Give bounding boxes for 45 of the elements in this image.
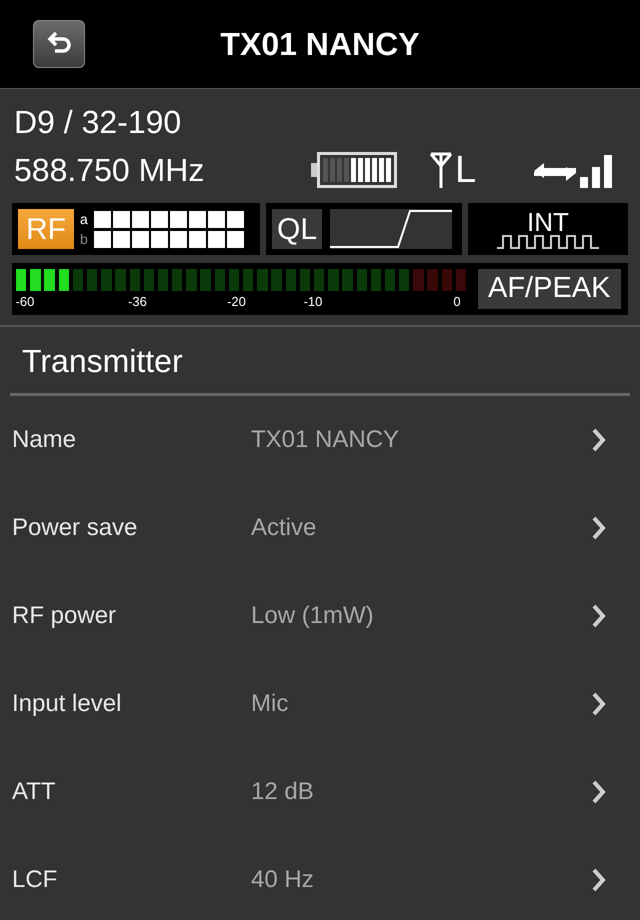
- setting-value: Active: [251, 513, 318, 543]
- setting-label: Power save: [12, 513, 138, 543]
- antenna-icon: [429, 151, 453, 189]
- rf-channel-label: a: [80, 212, 89, 226]
- back-button[interactable]: [33, 20, 85, 68]
- setting-value: 40 Hz: [251, 865, 315, 895]
- meter-tick-label: 0: [453, 295, 461, 308]
- settings-row[interactable]: Input level Mic: [0, 660, 640, 748]
- int-label: INT: [527, 209, 569, 235]
- setting-label: Name: [12, 425, 78, 455]
- settings-row[interactable]: Power save Active: [0, 484, 640, 572]
- rf-indicator: RF: [18, 209, 74, 249]
- setting-label: Input level: [12, 689, 122, 719]
- meter-tick-label: -20: [227, 295, 246, 308]
- settings-row[interactable]: RF power Low (1mW): [0, 572, 640, 660]
- settings-row[interactable]: LCF 40 Hz: [0, 836, 640, 920]
- battery-icon: [311, 152, 397, 188]
- section-header: Transmitter: [10, 327, 630, 396]
- af-peak-label: AF/PEAK: [478, 269, 620, 309]
- chevron-right-icon: [592, 780, 606, 804]
- ql-label: QL: [272, 209, 322, 249]
- setting-label: RF power: [12, 601, 118, 631]
- meter-tick-label: -10: [304, 295, 322, 308]
- ql-curve-icon: [330, 209, 452, 249]
- setting-value: 12 dB: [251, 777, 315, 807]
- frequency: 588.750 MHz: [13, 151, 206, 190]
- settings-row[interactable]: Name TX01 NANCY: [0, 396, 640, 484]
- chevron-right-icon: [592, 516, 606, 540]
- screen-title: TX01 NANCY: [219, 25, 421, 64]
- chevron-right-icon: [592, 868, 606, 892]
- meter-tick-label: -36: [128, 295, 147, 308]
- antenna-label: L: [455, 151, 476, 189]
- chevron-right-icon: [592, 692, 606, 716]
- settings-row[interactable]: ATT 12 dB: [0, 748, 640, 836]
- setting-value: TX01 NANCY: [251, 425, 400, 455]
- rf-channel-label: b: [80, 232, 89, 246]
- group-channel: D9 / 32-190: [13, 103, 182, 141]
- setting-value: Mic: [251, 689, 290, 719]
- setting-label: ATT: [12, 777, 57, 807]
- setting-value: Low (1mW): [251, 601, 375, 631]
- chevron-right-icon: [592, 428, 606, 452]
- setting-label: LCF: [12, 865, 58, 895]
- chevron-right-icon: [592, 604, 606, 628]
- meter-tick-label: -60: [16, 295, 34, 308]
- pulse-wave-icon: [497, 235, 599, 249]
